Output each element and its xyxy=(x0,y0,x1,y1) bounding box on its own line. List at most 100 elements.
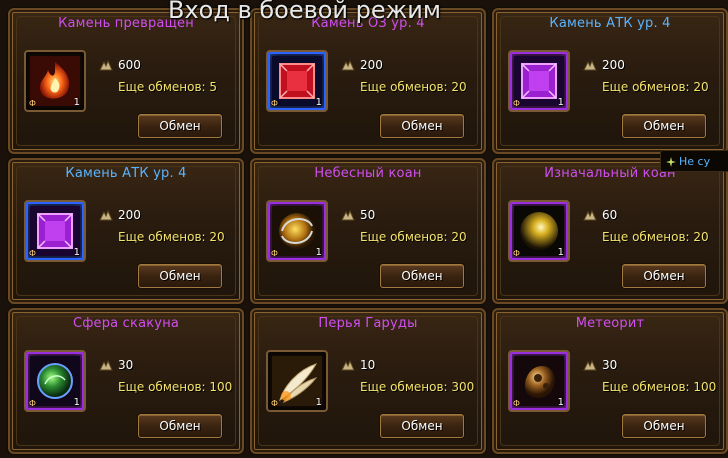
exchanges-count: 100 xyxy=(693,380,717,394)
item-quantity: 1 xyxy=(73,247,80,258)
meteorite-icon xyxy=(514,356,564,406)
exchange-button[interactable]: Обмен xyxy=(622,414,706,438)
steed-sphere-icon xyxy=(30,356,80,406)
atk-stone-icon xyxy=(30,206,80,256)
currency-icon xyxy=(99,359,113,371)
item-cost: 600 xyxy=(118,58,141,72)
item-cost: 10 xyxy=(360,358,376,372)
exchanges-count: 20 xyxy=(451,80,467,94)
bind-marker: Ф xyxy=(29,399,36,408)
exchanges-count: 5 xyxy=(209,80,218,94)
currency-icon xyxy=(341,59,355,71)
exchange-button[interactable]: Обмен xyxy=(380,414,464,438)
currency-icon xyxy=(583,359,597,371)
exchanges-remaining: Еще обменов: 20 xyxy=(360,80,467,94)
item-slot[interactable]: Ф 1 xyxy=(24,200,86,262)
item-slot[interactable]: Ф 1 xyxy=(24,350,86,412)
exchange-card: Камень АТК ур. 4 Ф 1 200 Еще обменов: 20… xyxy=(8,158,244,304)
heavenly-koan-icon xyxy=(272,206,322,256)
exchange-card: Камень превращен Ф 1 600 Еще обменов: 5 … xyxy=(8,8,244,154)
item-quantity: 1 xyxy=(315,97,322,108)
item-title: Небесный коан xyxy=(314,166,422,181)
item-slot[interactable]: Ф 1 xyxy=(508,200,570,262)
exchanges-count: 20 xyxy=(693,230,709,244)
currency-icon xyxy=(99,209,113,221)
item-cost: 60 xyxy=(602,208,618,222)
exchange-button[interactable]: Обмен xyxy=(622,114,706,138)
fire-stone-icon xyxy=(30,56,80,106)
currency-icon xyxy=(341,359,355,371)
item-slot[interactable]: Ф 1 xyxy=(508,50,570,112)
item-cost: 30 xyxy=(118,358,134,372)
item-quantity: 1 xyxy=(557,397,564,408)
exchange-card: Небесный коан Ф 1 50 Еще обменов: 20 Обм… xyxy=(250,158,486,304)
bind-marker: Ф xyxy=(513,99,520,108)
item-cost: 30 xyxy=(602,358,618,372)
bind-marker: Ф xyxy=(29,99,36,108)
item-slot[interactable]: Ф 1 xyxy=(266,350,328,412)
currency-icon xyxy=(583,209,597,221)
garuda-feathers-icon xyxy=(272,356,322,406)
exchanges-count: 100 xyxy=(209,380,233,394)
item-title: Перья Гаруды xyxy=(318,316,418,331)
exchanges-remaining: Еще обменов: 100 xyxy=(602,380,717,394)
item-slot[interactable]: Ф 1 xyxy=(266,50,328,112)
currency-icon xyxy=(341,209,355,221)
exchanges-remaining: Еще обменов: 300 xyxy=(360,380,475,394)
atk-stone-icon xyxy=(514,56,564,106)
primordial-koan-icon xyxy=(514,206,564,256)
bind-marker: Ф xyxy=(271,99,278,108)
item-title: Метеорит xyxy=(575,316,645,331)
side-notification[interactable]: Не су xyxy=(660,150,728,172)
combat-mode-banner: Вход в боевой режим xyxy=(168,0,441,24)
exchanges-remaining: Еще обменов: 20 xyxy=(118,230,225,244)
exchange-card: Изначальный коан Ф 1 60 Еще обменов: 20 … xyxy=(492,158,728,304)
exchange-card: Сфера скакуна Ф 1 30 Еще обменов: 100 Об… xyxy=(8,308,244,454)
bind-marker: Ф xyxy=(29,249,36,258)
exchange-button[interactable]: Обмен xyxy=(138,414,222,438)
exchanges-remaining: Еще обменов: 20 xyxy=(602,230,709,244)
exchange-button[interactable]: Обмен xyxy=(138,114,222,138)
item-quantity: 1 xyxy=(557,247,564,258)
exchange-button[interactable]: Обмен xyxy=(138,264,222,288)
item-quantity: 1 xyxy=(315,397,322,408)
exchanges-remaining: Еще обменов: 20 xyxy=(602,80,709,94)
bind-marker: Ф xyxy=(513,249,520,258)
bind-marker: Ф xyxy=(513,399,520,408)
exchange-button[interactable]: Обмен xyxy=(380,114,464,138)
item-quantity: 1 xyxy=(73,97,80,108)
item-slot[interactable]: Ф 1 xyxy=(24,50,86,112)
hp-stone-icon xyxy=(272,56,322,106)
sparkle-icon xyxy=(666,157,676,167)
item-quantity: 1 xyxy=(315,247,322,258)
exchange-grid: Камень превращен Ф 1 600 Еще обменов: 5 … xyxy=(0,0,728,458)
exchange-button[interactable]: Обмен xyxy=(380,264,464,288)
bind-marker: Ф xyxy=(271,399,278,408)
item-slot[interactable]: Ф 1 xyxy=(508,350,570,412)
exchanges-count: 20 xyxy=(693,80,709,94)
item-cost: 200 xyxy=(602,58,625,72)
item-title: Камень АТК ур. 4 xyxy=(549,16,671,31)
exchanges-remaining: Еще обменов: 20 xyxy=(360,230,467,244)
item-cost: 200 xyxy=(118,208,141,222)
exchanges-remaining: Еще обменов: 100 xyxy=(118,380,233,394)
exchanges-count: 20 xyxy=(451,230,467,244)
exchange-card: Метеорит Ф 1 30 Еще обменов: 100 Обмен xyxy=(492,308,728,454)
item-cost: 50 xyxy=(360,208,376,222)
exchanges-remaining: Еще обменов: 5 xyxy=(118,80,218,94)
currency-icon xyxy=(99,59,113,71)
bind-marker: Ф xyxy=(271,249,278,258)
item-slot[interactable]: Ф 1 xyxy=(266,200,328,262)
item-title: Сфера скакуна xyxy=(72,316,180,331)
exchange-card: Перья Гаруды Ф 1 10 Еще обменов: 300 Обм… xyxy=(250,308,486,454)
exchange-button[interactable]: Обмен xyxy=(622,264,706,288)
item-cost: 200 xyxy=(360,58,383,72)
side-notification-text: Не су xyxy=(679,155,711,168)
exchanges-count: 20 xyxy=(209,230,225,244)
item-title: Камень АТК ур. 4 xyxy=(65,166,187,181)
exchange-card: Камень ОЗ ур. 4 Ф 1 200 Еще обменов: 20 … xyxy=(250,8,486,154)
item-quantity: 1 xyxy=(73,397,80,408)
exchanges-count: 300 xyxy=(451,380,475,394)
exchange-card: Камень АТК ур. 4 Ф 1 200 Еще обменов: 20… xyxy=(492,8,728,154)
item-quantity: 1 xyxy=(557,97,564,108)
